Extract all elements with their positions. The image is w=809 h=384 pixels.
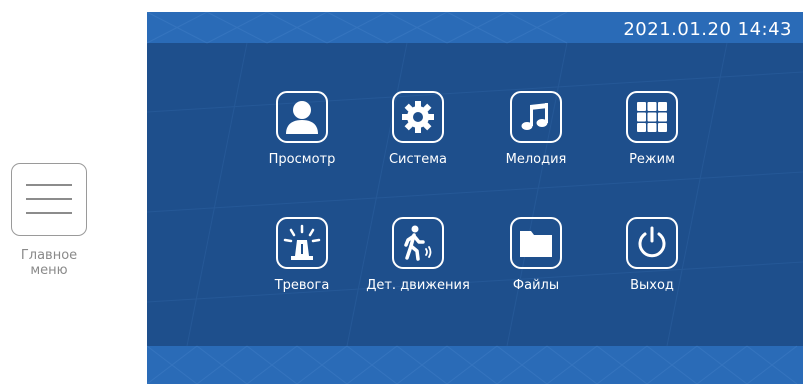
power-icon (638, 226, 666, 258)
menu-item-preview-label: Просмотр (268, 152, 336, 167)
datetime-display: 2021.01.20 14:43 (623, 19, 792, 40)
menu-item-alarm-button[interactable] (276, 217, 328, 269)
menu-item-mode[interactable]: Режим (587, 91, 717, 167)
music-note-icon (521, 103, 548, 130)
menu-item-files-button[interactable] (510, 217, 562, 269)
menu-item-preview-button[interactable] (276, 91, 328, 143)
menu-item-files[interactable]: Файлы (471, 217, 601, 293)
main-menu-label-line2: меню (30, 263, 68, 278)
menu-item-mode-label: Режим (629, 152, 675, 167)
user-icon (286, 101, 318, 134)
menu-item-preview[interactable]: Просмотр (237, 91, 367, 167)
hamburger-line (26, 212, 72, 214)
menu-item-exit-label: Выход (630, 278, 674, 293)
menu-item-alarm[interactable]: Тревога (237, 217, 367, 293)
menu-item-exit-button[interactable] (626, 217, 678, 269)
menu-item-melody[interactable]: Мелодия (471, 91, 601, 167)
gear-icon (402, 101, 434, 133)
menu-item-system-button[interactable] (392, 91, 444, 143)
menu-item-files-label: Файлы (512, 278, 560, 293)
menu-item-mode-button[interactable] (626, 91, 678, 143)
alarm-icon (283, 224, 321, 260)
menu-item-motion-detection-button[interactable] (392, 217, 444, 269)
menu-item-melody-button[interactable] (510, 91, 562, 143)
menu-item-melody-label: Мелодия (505, 152, 567, 167)
grid-icon (637, 102, 667, 132)
main-menu-label-line1: Главное (20, 248, 78, 263)
hamburger-line (26, 198, 72, 200)
menu-item-motion-detection-label: Дет. движения (366, 278, 470, 293)
menu-item-system-label: Система (388, 152, 448, 167)
menu-item-system[interactable]: Система (353, 91, 483, 167)
main-menu-label: Главное меню (0, 248, 98, 278)
menu-item-alarm-label: Тревога (274, 278, 330, 293)
menu-item-exit[interactable]: Выход (587, 217, 717, 293)
background-pattern (147, 12, 803, 384)
hamburger-line (26, 184, 72, 186)
main-menu-button[interactable] (11, 163, 87, 236)
motion-icon (404, 225, 432, 261)
menu-item-motion-detection[interactable]: Дет. движения (353, 217, 483, 293)
folder-icon (520, 231, 552, 257)
device-screen: 2021.01.20 14:43 Просмотр Система Мелоди… (147, 12, 803, 384)
